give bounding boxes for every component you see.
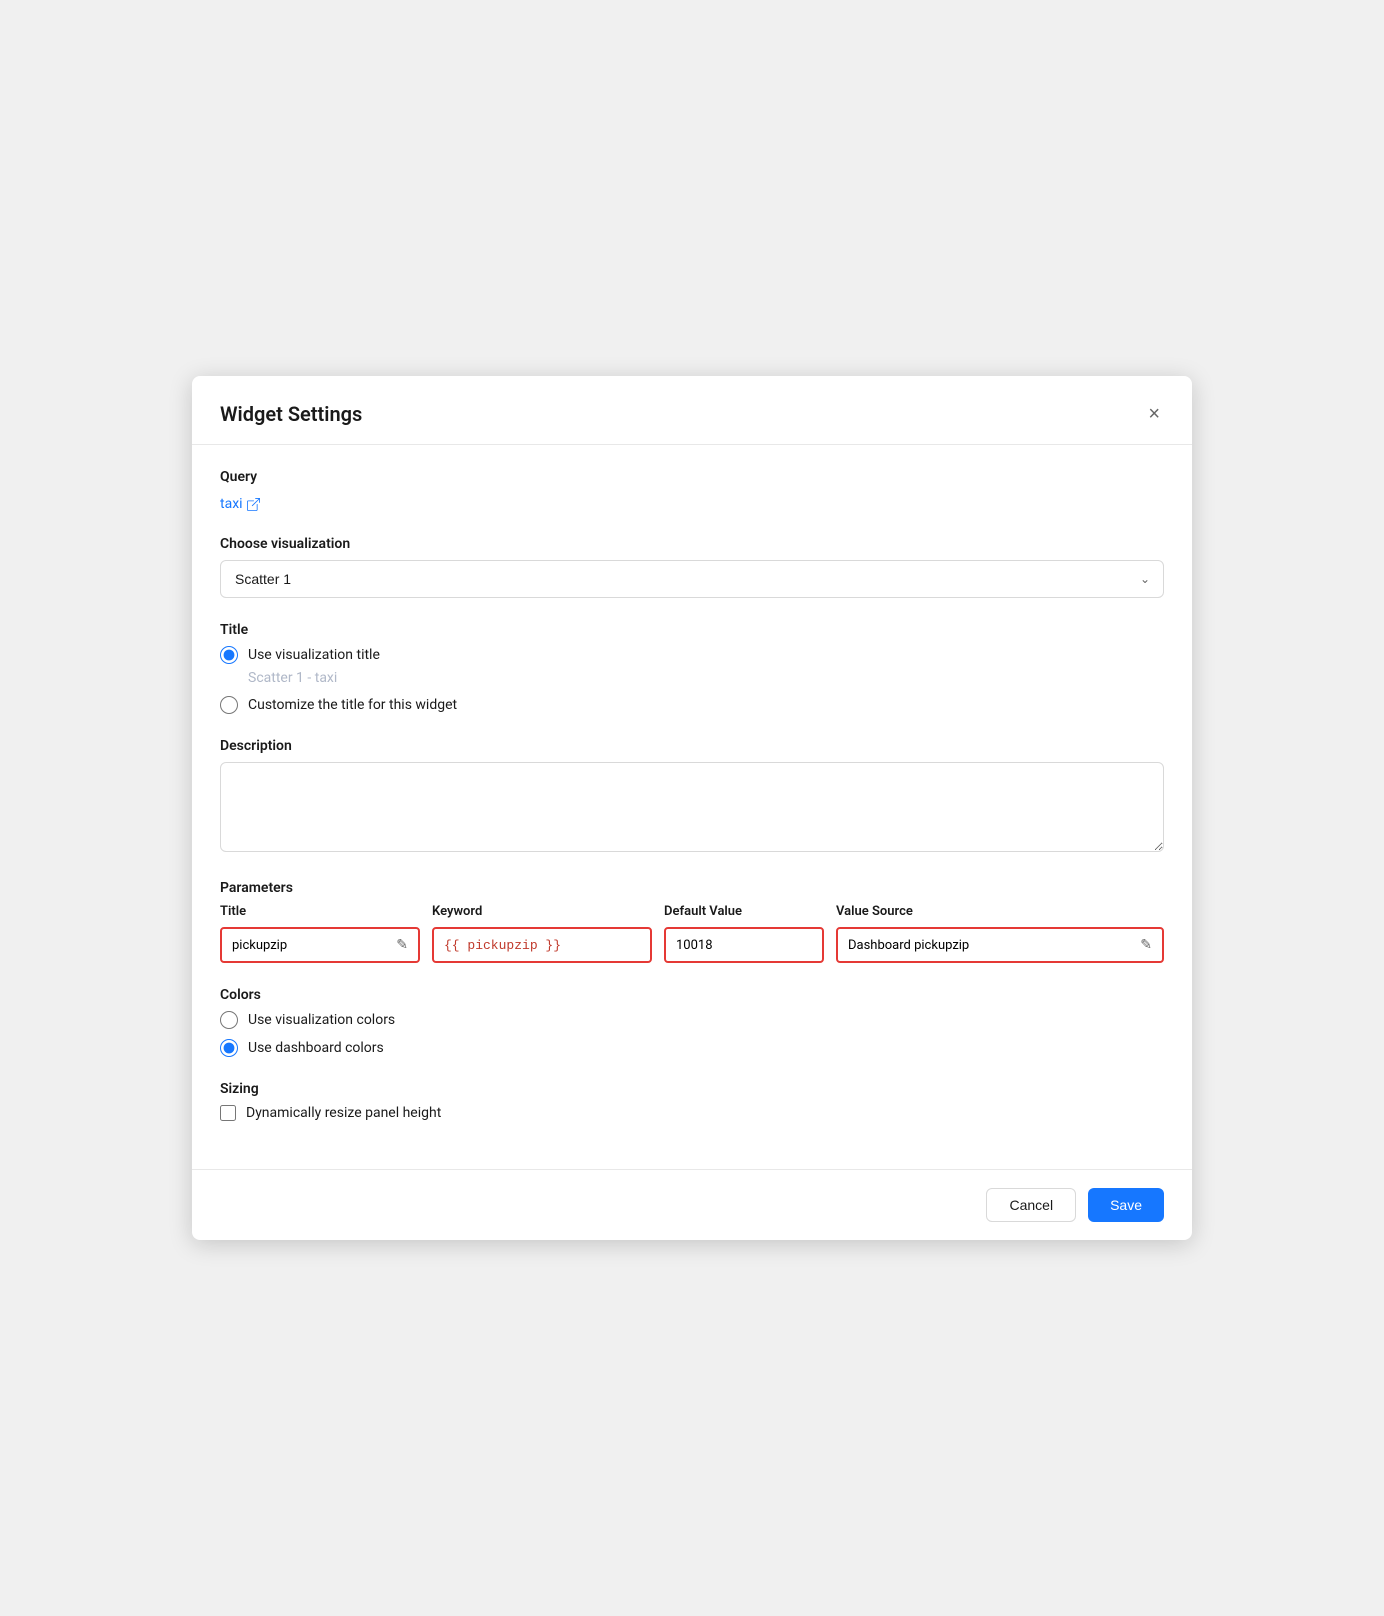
save-button[interactable]: Save bbox=[1088, 1188, 1164, 1222]
external-link-icon bbox=[247, 498, 260, 511]
sizing-section: Sizing Dynamically resize panel height bbox=[220, 1081, 1164, 1121]
customize-title-label: Customize the title for this widget bbox=[248, 697, 457, 713]
colors-label: Colors bbox=[220, 987, 1164, 1003]
query-link-text: taxi bbox=[220, 496, 243, 512]
use-dashboard-colors-label: Use dashboard colors bbox=[248, 1040, 384, 1056]
colors-radio-group: Use visualization colors Use dashboard c… bbox=[220, 1011, 1164, 1057]
use-dashboard-colors-option[interactable]: Use dashboard colors bbox=[220, 1039, 1164, 1057]
visualization-label: Choose visualization bbox=[220, 536, 1164, 552]
param-keyword-value: {{ pickupzip }} bbox=[444, 938, 561, 953]
param-default-cell[interactable]: 10018 bbox=[664, 927, 824, 963]
param-keyword-cell[interactable]: {{ pickupzip }} bbox=[432, 927, 652, 963]
visualization-section: Choose visualization Scatter 1 Bar 1 Lin… bbox=[220, 536, 1164, 598]
param-header-default: Default Value bbox=[664, 904, 824, 919]
widget-settings-modal: Widget Settings × Query taxi Choose visu… bbox=[192, 376, 1192, 1240]
param-header-source: Value Source bbox=[836, 904, 1164, 919]
use-viz-colors-label: Use visualization colors bbox=[248, 1012, 395, 1028]
resize-panel-option[interactable]: Dynamically resize panel height bbox=[220, 1105, 1164, 1121]
parameters-label: Parameters bbox=[220, 880, 1164, 896]
title-radio-group: Use visualization title Scatter 1 - taxi… bbox=[220, 646, 1164, 714]
customize-title-radio[interactable] bbox=[220, 696, 238, 714]
param-source-cell[interactable]: Dashboard pickupzip ✎ bbox=[836, 927, 1164, 963]
use-viz-title-label: Use visualization title bbox=[248, 647, 380, 663]
use-dashboard-colors-radio[interactable] bbox=[220, 1039, 238, 1057]
use-viz-title-option[interactable]: Use visualization title bbox=[220, 646, 1164, 664]
viz-title-placeholder: Scatter 1 - taxi bbox=[248, 670, 1164, 686]
param-header-title: Title bbox=[220, 904, 420, 919]
parameters-table: Title Keyword Default Value Value Source… bbox=[220, 904, 1164, 963]
cancel-button[interactable]: Cancel bbox=[986, 1188, 1076, 1222]
param-title-cell[interactable]: pickupzip ✎ bbox=[220, 927, 420, 963]
description-label: Description bbox=[220, 738, 1164, 754]
customize-title-option[interactable]: Customize the title for this widget bbox=[220, 696, 1164, 714]
colors-section: Colors Use visualization colors Use dash… bbox=[220, 987, 1164, 1057]
resize-panel-checkbox[interactable] bbox=[220, 1105, 236, 1121]
description-textarea[interactable] bbox=[220, 762, 1164, 852]
sizing-label: Sizing bbox=[220, 1081, 1164, 1097]
edit-source-icon[interactable]: ✎ bbox=[1140, 937, 1152, 953]
edit-title-icon[interactable]: ✎ bbox=[396, 937, 408, 953]
title-section: Title Use visualization title Scatter 1 … bbox=[220, 622, 1164, 714]
modal-body: Query taxi Choose visualization Scatter … bbox=[192, 445, 1192, 1169]
visualization-select-wrapper: Scatter 1 Bar 1 Line 1 Table 1 ⌄ bbox=[220, 560, 1164, 598]
query-link[interactable]: taxi bbox=[220, 496, 260, 512]
modal-header: Widget Settings × bbox=[192, 376, 1192, 445]
modal-footer: Cancel Save bbox=[192, 1169, 1192, 1240]
param-default-value: 10018 bbox=[676, 938, 713, 953]
use-viz-colors-option[interactable]: Use visualization colors bbox=[220, 1011, 1164, 1029]
param-header-keyword: Keyword bbox=[432, 904, 652, 919]
param-source-value: Dashboard pickupzip bbox=[848, 938, 969, 953]
title-label: Title bbox=[220, 622, 1164, 638]
visualization-select[interactable]: Scatter 1 Bar 1 Line 1 Table 1 bbox=[220, 560, 1164, 598]
parameters-section: Parameters Title Keyword Default Value V… bbox=[220, 880, 1164, 963]
param-title-value: pickupzip bbox=[232, 938, 287, 953]
use-viz-colors-radio[interactable] bbox=[220, 1011, 238, 1029]
parameters-header: Title Keyword Default Value Value Source bbox=[220, 904, 1164, 919]
use-viz-title-radio[interactable] bbox=[220, 646, 238, 664]
close-button[interactable]: × bbox=[1144, 400, 1164, 428]
resize-panel-label: Dynamically resize panel height bbox=[246, 1105, 441, 1121]
query-label: Query bbox=[220, 469, 1164, 485]
description-section: Description bbox=[220, 738, 1164, 856]
modal-title: Widget Settings bbox=[220, 402, 362, 426]
query-section: Query taxi bbox=[220, 469, 1164, 512]
table-row: pickupzip ✎ {{ pickupzip }} 10018 Dashbo… bbox=[220, 927, 1164, 963]
